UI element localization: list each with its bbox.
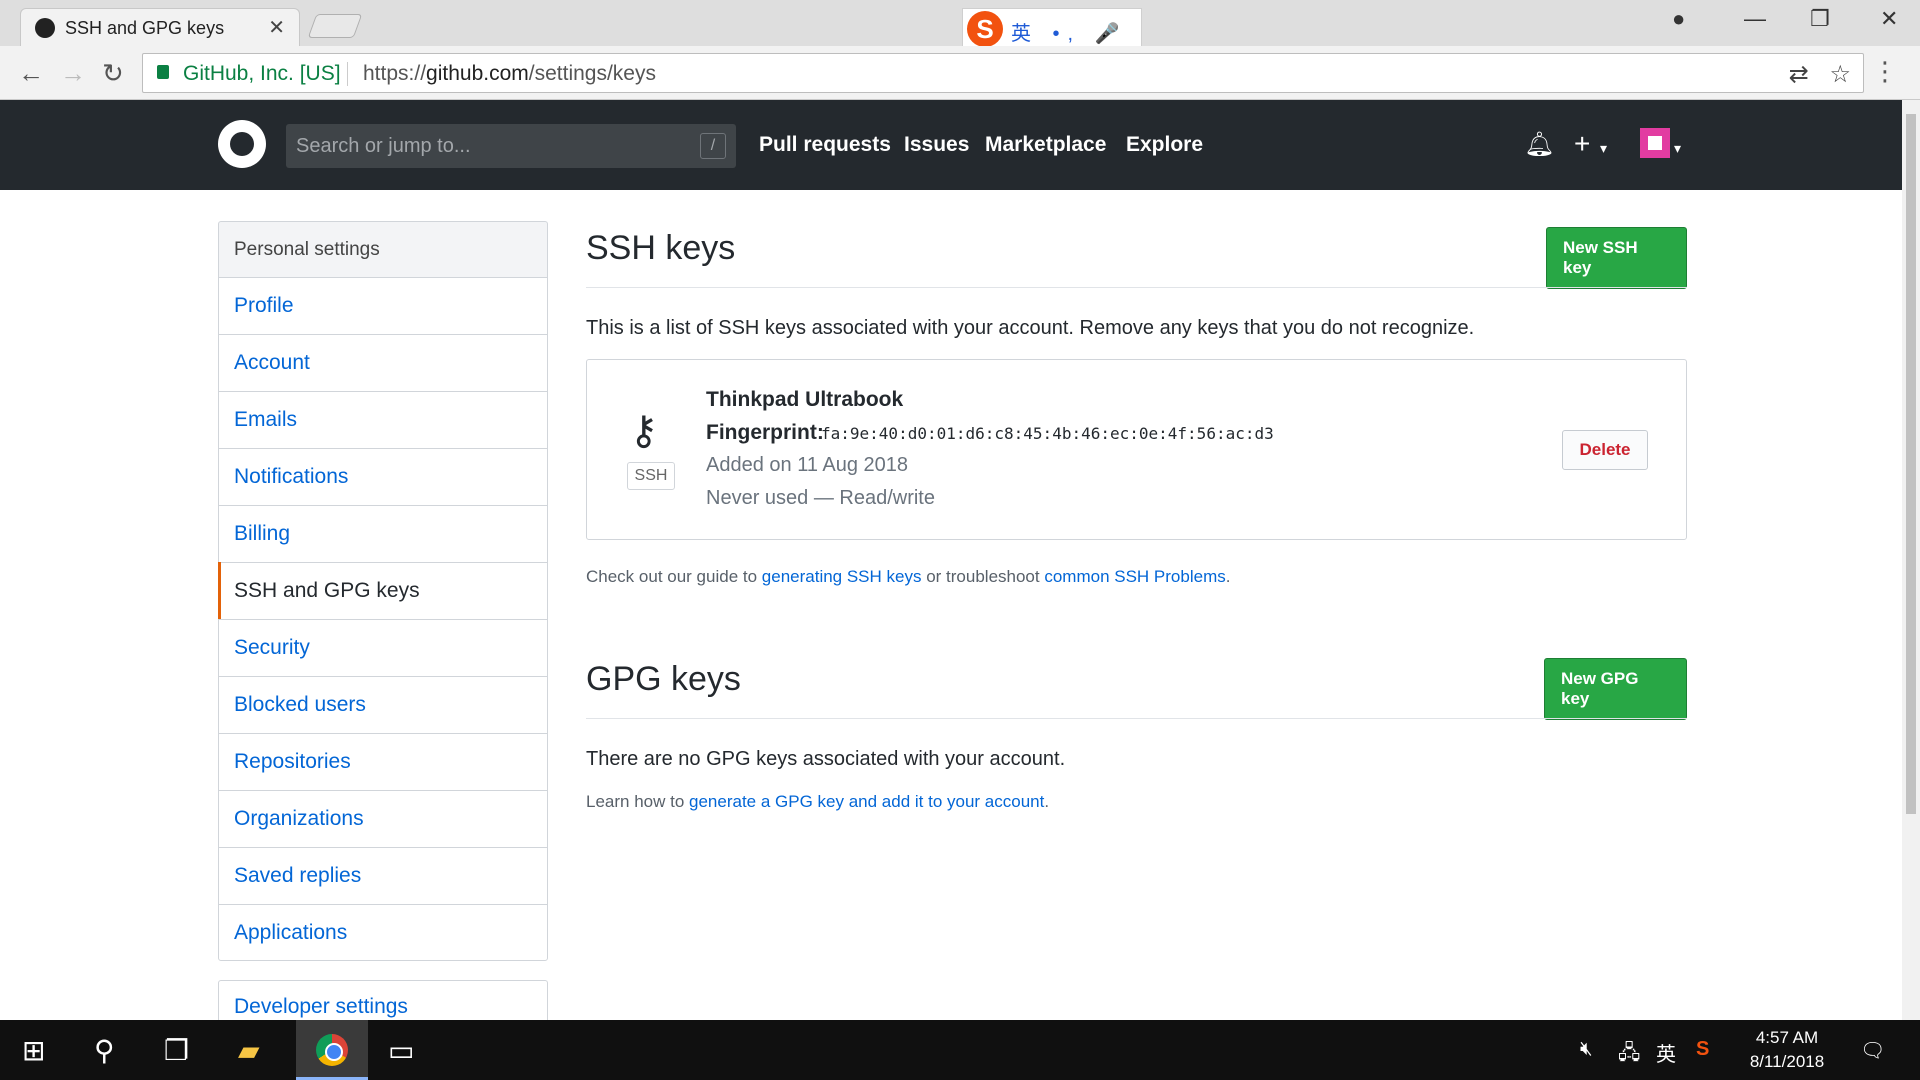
omnibox-icons: ⇄ ☆: [1789, 60, 1851, 89]
back-icon[interactable]: ←: [18, 58, 44, 89]
search-icon[interactable]: ⚲: [94, 1034, 115, 1067]
sidebar-item-billing[interactable]: Billing: [218, 505, 548, 562]
translate-icon[interactable]: ⇄: [1789, 61, 1809, 88]
nav-issues[interactable]: Issues: [904, 133, 969, 157]
sidebar-item-security[interactable]: Security: [218, 619, 548, 676]
clock-time: 4:57 AM: [1755, 1028, 1819, 1047]
key-icon: ⚷: [629, 409, 659, 453]
ime-toolbar[interactable]: S 英 •, 🎤 ⌨: [962, 8, 1142, 70]
gpg-keys-title: GPG keys: [586, 660, 741, 698]
minimize-icon[interactable]: —: [1744, 6, 1766, 32]
github-header: Search or jump to... / Pull requests Iss…: [0, 100, 1902, 190]
sidebar-item-emails[interactable]: Emails: [218, 391, 548, 448]
fingerprint-label: Fingerprint:: [706, 421, 824, 444]
search-input[interactable]: Search or jump to... /: [286, 124, 736, 168]
sidebar-item-profile[interactable]: Profile: [218, 277, 548, 334]
sidebar-item-ssh-gpg-keys[interactable]: SSH and GPG keys: [218, 562, 548, 620]
create-caret-icon: ▾: [1600, 140, 1608, 156]
clock-date: 8/11/2018: [1749, 1052, 1825, 1071]
profile-icon[interactable]: ●: [1672, 6, 1685, 32]
task-view-icon[interactable]: ❐: [164, 1034, 189, 1067]
system-clock[interactable]: 4:57 AM 8/11/2018: [1732, 1026, 1842, 1074]
reload-icon[interactable]: ↻: [102, 58, 124, 89]
chrome-icon: [316, 1034, 348, 1066]
create-new-plus-icon[interactable]: +: [1574, 128, 1590, 160]
ssh-intro-text: This is a list of SSH keys associated wi…: [586, 317, 1475, 339]
secure-origin-label: GitHub, Inc. [US]: [183, 62, 341, 85]
sogou-ime-logo-icon: S: [967, 11, 1003, 47]
new-gpg-key-button[interactable]: New GPG key: [1544, 658, 1687, 720]
volume-muted-icon[interactable]: 🔇︎: [1580, 1038, 1593, 1061]
close-window-icon[interactable]: ✕: [1880, 6, 1898, 32]
notifications-bell-icon[interactable]: 🔔︎: [1524, 130, 1554, 159]
page-scrollbar[interactable]: [1902, 100, 1920, 1020]
network-icon[interactable]: 🖧︎: [1618, 1038, 1640, 1072]
chrome-taskbar-button[interactable]: [296, 1020, 368, 1080]
terminal-icon[interactable]: ▭: [388, 1034, 414, 1067]
generating-ssh-keys-link[interactable]: generating SSH keys: [762, 567, 922, 586]
sidebar-item-notifications[interactable]: Notifications: [218, 448, 548, 505]
ssh-guide-text: Check out our guide to generating SSH ke…: [586, 567, 1231, 586]
sidebar-item-organizations[interactable]: Organizations: [218, 790, 548, 847]
github-logo-icon[interactable]: [218, 120, 266, 168]
bookmark-star-icon[interactable]: ☆: [1829, 61, 1851, 88]
ssh-keys-title: SSH keys: [586, 229, 736, 267]
windows-start-icon[interactable]: ⊞: [22, 1034, 45, 1067]
close-tab-icon[interactable]: ✕: [268, 15, 285, 40]
delete-ssh-key-button[interactable]: Delete: [1562, 430, 1648, 470]
gpg-learn-text: Learn how to generate a GPG key and add …: [586, 792, 1050, 811]
generate-gpg-key-link[interactable]: generate a GPG key and add it to your ac…: [689, 792, 1044, 811]
omnibox-separator: [347, 62, 348, 86]
new-tab-button[interactable]: [307, 14, 363, 38]
browser-tab-strip: SSH and GPG keys ✕ S 英 •, 🎤 ⌨ ● — ❐ ✕: [0, 0, 1920, 70]
ssh-type-label: SSH: [627, 462, 675, 490]
browser-tab-active[interactable]: SSH and GPG keys ✕: [20, 8, 300, 46]
action-center-icon[interactable]: 🗨︎: [1860, 1038, 1885, 1063]
nav-marketplace[interactable]: Marketplace: [985, 133, 1106, 157]
sidebar-item-account[interactable]: Account: [218, 334, 548, 391]
tab-title: SSH and GPG keys: [65, 18, 225, 38]
browser-menu-icon[interactable]: ⋮: [1872, 56, 1898, 87]
gpg-title-divider: [586, 718, 1687, 719]
settings-sidebar: Personal settings Profile Account Emails…: [218, 221, 548, 961]
sidebar-item-repositories[interactable]: Repositories: [218, 733, 548, 790]
sidebar-title: Personal settings: [218, 221, 548, 277]
ssh-key-item: ⚷ SSH Thinkpad Ultrabook Fingerprint: fa…: [586, 359, 1687, 540]
new-ssh-key-button[interactable]: New SSH key: [1546, 227, 1687, 289]
sogou-tray-icon[interactable]: S: [1696, 1038, 1709, 1061]
search-shortcut-hint: /: [700, 133, 726, 159]
ssh-key-added-date: Added on 11 Aug 2018: [706, 454, 909, 476]
avatar-caret-icon: ▾: [1674, 140, 1682, 156]
common-ssh-problems-link[interactable]: common SSH Problems: [1044, 567, 1225, 586]
windows-taskbar: ⊞ ⚲ ❐ ▰ ▭ 🔇︎ 🖧︎ 英 S 4:57 AM 8/11/2018 🗨︎: [0, 1020, 1920, 1080]
user-avatar[interactable]: [1640, 128, 1670, 158]
search-placeholder: Search or jump to...: [296, 135, 471, 157]
scrollbar-thumb[interactable]: [1906, 114, 1916, 814]
url-text: https://github.com/settings/keys: [363, 62, 656, 85]
gpg-empty-text: There are no GPG keys associated with yo…: [586, 748, 1066, 770]
nav-pull-requests[interactable]: Pull requests: [759, 133, 891, 157]
nav-explore[interactable]: Explore: [1126, 133, 1203, 157]
sidebar-item-blocked-users[interactable]: Blocked users: [218, 676, 548, 733]
ssh-title-divider: [586, 287, 1687, 288]
sidebar-item-applications[interactable]: Applications: [218, 904, 548, 961]
ime-tray-label[interactable]: 英: [1656, 1038, 1676, 1067]
ssh-key-name: Thinkpad Ultrabook: [706, 388, 904, 411]
restore-icon[interactable]: ❐: [1810, 6, 1830, 32]
sidebar-item-saved-replies[interactable]: Saved replies: [218, 847, 548, 904]
github-favicon-icon: [35, 18, 55, 38]
browser-toolbar: ← → ↻ GitHub, Inc. [US] https://github.c…: [0, 46, 1920, 100]
lock-icon: [157, 65, 169, 79]
forward-icon[interactable]: →: [60, 58, 86, 89]
fingerprint-value: fa:9e:40:d0:01:d6:c8:45:4b:46:ec:0e:4f:5…: [821, 424, 1274, 443]
address-bar[interactable]: GitHub, Inc. [US] https://github.com/set…: [142, 53, 1864, 93]
file-explorer-icon[interactable]: ▰: [238, 1034, 260, 1067]
ssh-key-usage: Never used — Read/write: [706, 487, 935, 509]
